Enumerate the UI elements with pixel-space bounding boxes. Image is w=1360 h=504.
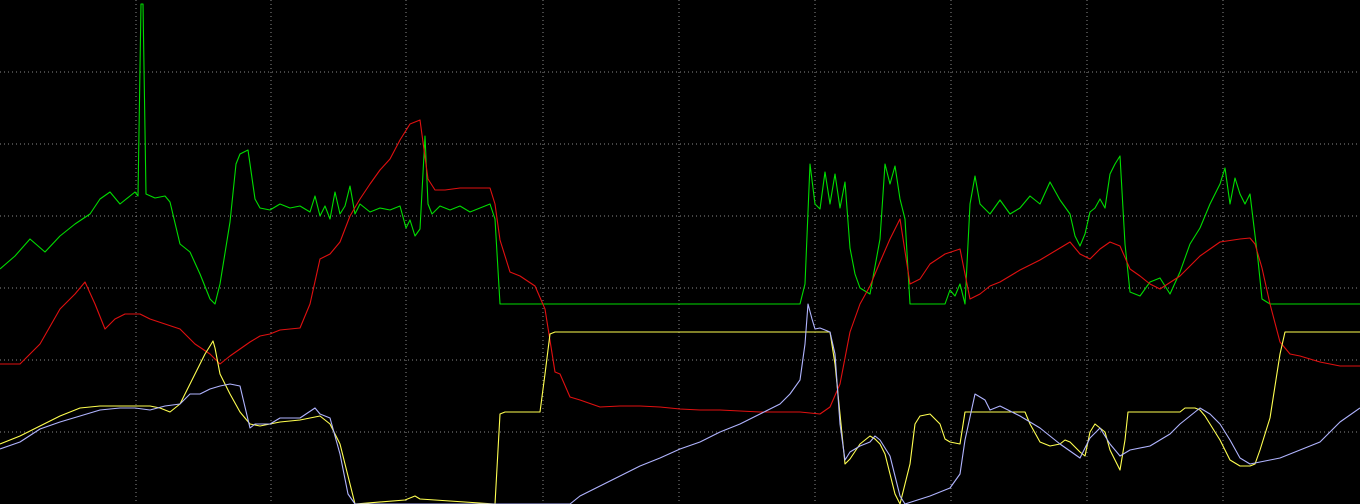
plot-background [0,0,1360,504]
line-chart [0,0,1360,504]
